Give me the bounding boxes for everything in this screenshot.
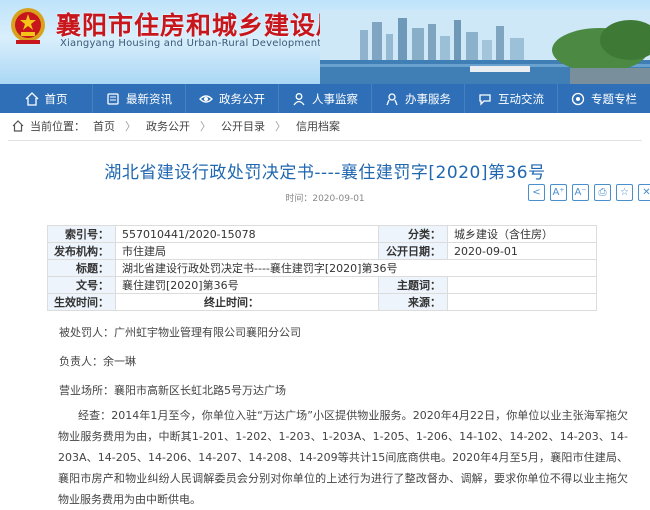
table-row: 标题： 湖北省建设行政处罚决定书----襄住建罚字[2020]第36号 (47, 259, 597, 277)
pubdate-label: 公开日期： (378, 242, 448, 260)
favorite-icon[interactable]: ☆ (616, 184, 633, 201)
breadcrumb-prefix: 当前位置： (30, 120, 85, 133)
print-icon[interactable]: ⎙ (594, 184, 611, 201)
table-row: 生效时间： 终止时间： 来源： (47, 293, 597, 311)
nav-label: 专题专栏 (591, 91, 637, 106)
table-row: 索引号： 557010441/2020-15078 分类： 城乡建设（含住房） (47, 225, 597, 243)
effective-label: 生效时间： (47, 293, 116, 311)
source-value (447, 293, 597, 311)
penalized-party: 被处罚人：广州虹宇物业管理有限公司襄阳分公司 (59, 326, 301, 339)
nav-services[interactable]: 办事服务 (372, 84, 465, 113)
table-row: 发布机构： 市住建局 公开日期： 2020-09-01 (47, 242, 597, 260)
nav-home[interactable]: 首页 (0, 84, 93, 113)
investigation-paragraph: 经查：2014年1月至今，你单位入驻“万达广场”小区提供物业服务。2020年4月… (58, 409, 628, 506)
close-icon[interactable]: ✕ (638, 184, 650, 201)
category-label: 分类： (378, 225, 448, 243)
publisher-value: 市住建局 (115, 242, 379, 260)
nav-government-affairs[interactable]: 政务公开 (186, 84, 279, 113)
city-skyline-banner (320, 10, 650, 84)
responsible-person: 负责人：余一琳 (59, 355, 136, 368)
nav-label: 最新资讯 (126, 91, 172, 106)
nav-interaction[interactable]: 互动交流 (465, 84, 558, 113)
business-address: 营业场所：襄阳市高新区长虹北路5号万达广场 (59, 384, 286, 397)
category-value: 城乡建设（含住房） (447, 225, 597, 243)
nav-personnel[interactable]: 人事监察 (279, 84, 372, 113)
site-header: 襄阳市住房和城乡建设局 Xiangyang Housing and Urban-… (0, 0, 650, 84)
title-label: 标题： (47, 259, 116, 277)
nav-label: 人事监察 (312, 91, 358, 106)
docno-label: 文号： (47, 276, 116, 294)
article-toolbar: < A⁺ A⁻ ⎙ ☆ ✕ (528, 184, 650, 201)
share-icon[interactable]: < (528, 184, 545, 201)
page-title: 湖北省建设行政处罚决定书----襄住建罚字[2020]第36号 (104, 163, 546, 183)
end-label: 终止时间： (204, 296, 259, 309)
table-row: 文号： 襄住建罚[2020]第36号 主题词： (47, 276, 597, 294)
breadcrumb-separator: 〉 (275, 120, 286, 133)
topic-icon (571, 92, 585, 105)
index-value: 557010441/2020-15078 (115, 225, 379, 243)
breadcrumb-item-credit[interactable]: 信用档案 (296, 118, 340, 134)
divider (8, 140, 642, 141)
home-icon (25, 91, 38, 106)
nav-topics[interactable]: 专题专栏 (558, 84, 650, 113)
breadcrumb-separator: 〉 (125, 120, 136, 133)
font-decrease-icon[interactable]: A⁻ (572, 184, 589, 201)
news-icon (107, 92, 119, 105)
breadcrumb-item-home[interactable]: 首页 (93, 118, 115, 134)
docno-value: 襄住建罚[2020]第36号 (115, 276, 379, 294)
title-value: 湖北省建设行政处罚决定书----襄住建罚字[2020]第36号 (115, 259, 597, 277)
source-label: 来源： (378, 293, 448, 311)
pubdate-value: 2020-09-01 (447, 242, 597, 260)
nav-news[interactable]: 最新资讯 (93, 84, 186, 113)
effective-cell: 终止时间： (115, 293, 379, 311)
nav-label: 政务公开 (219, 91, 265, 106)
main-nav: 首页 最新资讯 政务公开 人事监察 办事服务 互动交流 专题专栏 (0, 84, 650, 113)
person-icon (293, 92, 305, 105)
chat-icon (479, 93, 491, 106)
site-title: 襄阳市住房和城乡建设局 (56, 11, 343, 40)
breadcrumb-item-affairs[interactable]: 政务公开 (146, 118, 190, 134)
publisher-label: 发布机构： (47, 242, 116, 260)
site-subtitle: Xiangyang Housing and Urban-Rural Develo… (60, 38, 362, 49)
font-increase-icon[interactable]: A⁺ (550, 184, 567, 201)
index-label: 索引号： (47, 225, 116, 243)
home-icon (12, 120, 24, 132)
nav-label: 办事服务 (405, 91, 451, 106)
subject-value (447, 276, 597, 294)
breadcrumb: 当前位置： 首页 〉 政务公开 〉 公开目录 〉 信用档案 (12, 117, 340, 135)
service-icon (386, 92, 398, 105)
breadcrumb-item-catalog[interactable]: 公开目录 (221, 118, 265, 134)
eye-icon (199, 94, 213, 103)
document-info-table: 索引号： 557010441/2020-15078 分类： 城乡建设（含住房） … (47, 225, 597, 311)
breadcrumb-separator: 〉 (200, 120, 211, 133)
nav-label: 互动交流 (498, 91, 544, 106)
national-emblem-icon (11, 8, 45, 44)
nav-label: 首页 (44, 91, 68, 106)
subject-label: 主题词： (378, 276, 448, 294)
